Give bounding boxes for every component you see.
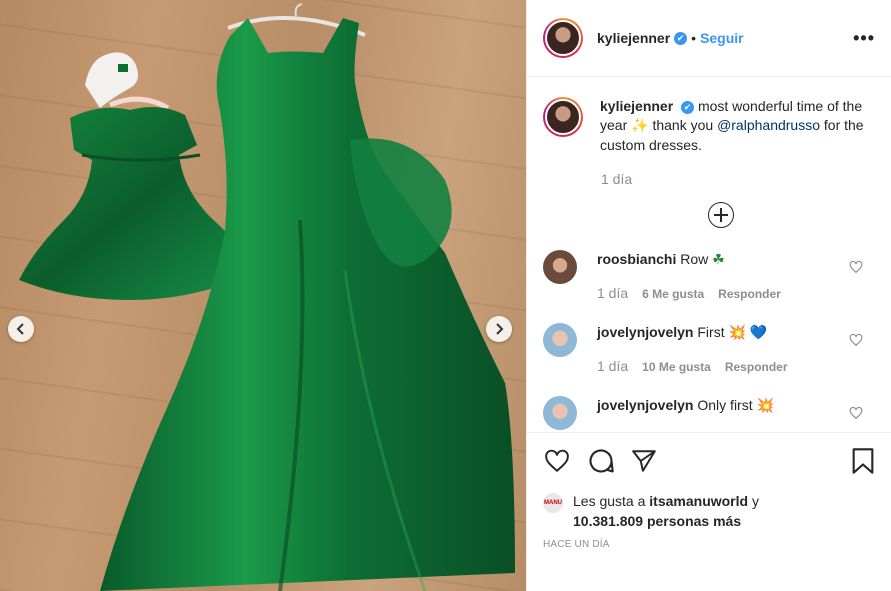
comment-item: jovelynjovelyn First 💥 💙 1 día 10 Me gus… — [543, 323, 875, 374]
bookmark-icon[interactable] — [851, 447, 875, 475]
post-header: kyliejenner ✔ • Seguir ••• — [527, 0, 891, 77]
post-timestamp[interactable]: Hace un día — [543, 539, 875, 550]
post-caption: kyliejenner ✔ most wonderful time of the… — [543, 97, 875, 155]
reply-button[interactable]: Responder — [718, 287, 781, 301]
comment-icon[interactable] — [587, 447, 615, 475]
reply-button[interactable]: Responder — [725, 360, 788, 374]
chevron-right-icon — [496, 323, 504, 335]
blue-heart-emoji: 💙 — [749, 325, 768, 341]
separator-dot: • — [691, 30, 697, 46]
comment-username[interactable]: jovelynjovelyn — [597, 324, 693, 340]
next-photo-button[interactable] — [486, 316, 512, 342]
caption-username[interactable]: kyliejenner — [600, 98, 673, 114]
caption-text: kyliejenner ✔ most wonderful time of the… — [600, 97, 870, 155]
chevron-left-icon — [16, 323, 24, 335]
sparkles-emoji: ✨ — [631, 118, 649, 134]
post-sidebar: kyliejenner ✔ • Seguir ••• kyliejenner ✔… — [526, 0, 891, 591]
comment-text: Row — [680, 251, 709, 267]
post-photo[interactable] — [0, 0, 526, 591]
comment-item: roosbianchi Row ☘ 1 día 6 Me gusta Respo… — [543, 250, 875, 301]
mention-link[interactable]: @ralphandrusso — [717, 117, 820, 133]
comment-likes[interactable]: 10 Me gusta — [642, 360, 711, 374]
comment-username[interactable]: jovelynjovelyn — [597, 397, 693, 413]
previous-photo-button[interactable] — [8, 316, 34, 342]
collision-emoji: 💥 — [728, 325, 746, 341]
comment-username[interactable]: roosbianchi — [597, 251, 676, 267]
comments-section[interactable]: kyliejenner ✔ most wonderful time of the… — [527, 77, 891, 432]
comment-like-heart-icon[interactable] — [849, 260, 863, 274]
comment-time[interactable]: 1 día — [597, 358, 628, 374]
comment-text: First — [697, 324, 725, 340]
likes-prefix: Les gusta a — [573, 493, 646, 509]
liker-avatar[interactable]: MANU — [543, 493, 563, 513]
commenter-avatar[interactable] — [543, 323, 577, 357]
follow-button[interactable]: Seguir — [700, 30, 744, 46]
more-options-button[interactable]: ••• — [853, 28, 875, 49]
shamrock-emoji: ☘ — [712, 252, 725, 268]
comment-item: jovelynjovelyn Only first 💥 — [543, 396, 875, 430]
liker-username[interactable]: itsamanuworld — [649, 493, 748, 509]
comment-likes[interactable]: 6 Me gusta — [642, 287, 704, 301]
verified-badge-icon: ✔ — [681, 100, 695, 114]
likes-text: Les gusta a itsamanuworld y 10.381.809 p… — [573, 491, 759, 531]
verified-badge-icon: ✔ — [674, 31, 688, 45]
likes-summary: MANU Les gusta a itsamanuworld y 10.381.… — [543, 491, 875, 531]
post-dialog: kyliejenner ✔ • Seguir ••• kyliejenner ✔… — [0, 0, 891, 591]
caption-avatar[interactable] — [543, 97, 583, 137]
comment-like-heart-icon[interactable] — [849, 333, 863, 347]
comment-like-heart-icon[interactable] — [849, 406, 863, 420]
commenter-avatar[interactable] — [543, 396, 577, 430]
commenter-avatar[interactable] — [543, 250, 577, 284]
comment-text: Only first — [697, 397, 753, 413]
caption-time: 1 día — [601, 171, 633, 187]
comment-time[interactable]: 1 día — [597, 285, 628, 301]
heart-icon[interactable] — [543, 448, 571, 474]
author-username[interactable]: kyliejenner — [597, 30, 670, 46]
collision-emoji: 💥 — [756, 398, 774, 414]
load-more-comments-button[interactable] — [708, 202, 734, 228]
author-avatar[interactable] — [543, 18, 583, 58]
share-icon[interactable] — [631, 448, 657, 474]
likes-joiner: y — [751, 493, 759, 509]
post-actions: MANU Les gusta a itsamanuworld y 10.381.… — [527, 432, 891, 591]
likes-count[interactable]: 10.381.809 — [573, 513, 643, 529]
caption-part-2: thank you — [652, 117, 714, 133]
action-icons — [543, 445, 875, 477]
likes-suffix[interactable]: personas más — [647, 513, 741, 529]
dresses-illustration — [19, 3, 515, 591]
